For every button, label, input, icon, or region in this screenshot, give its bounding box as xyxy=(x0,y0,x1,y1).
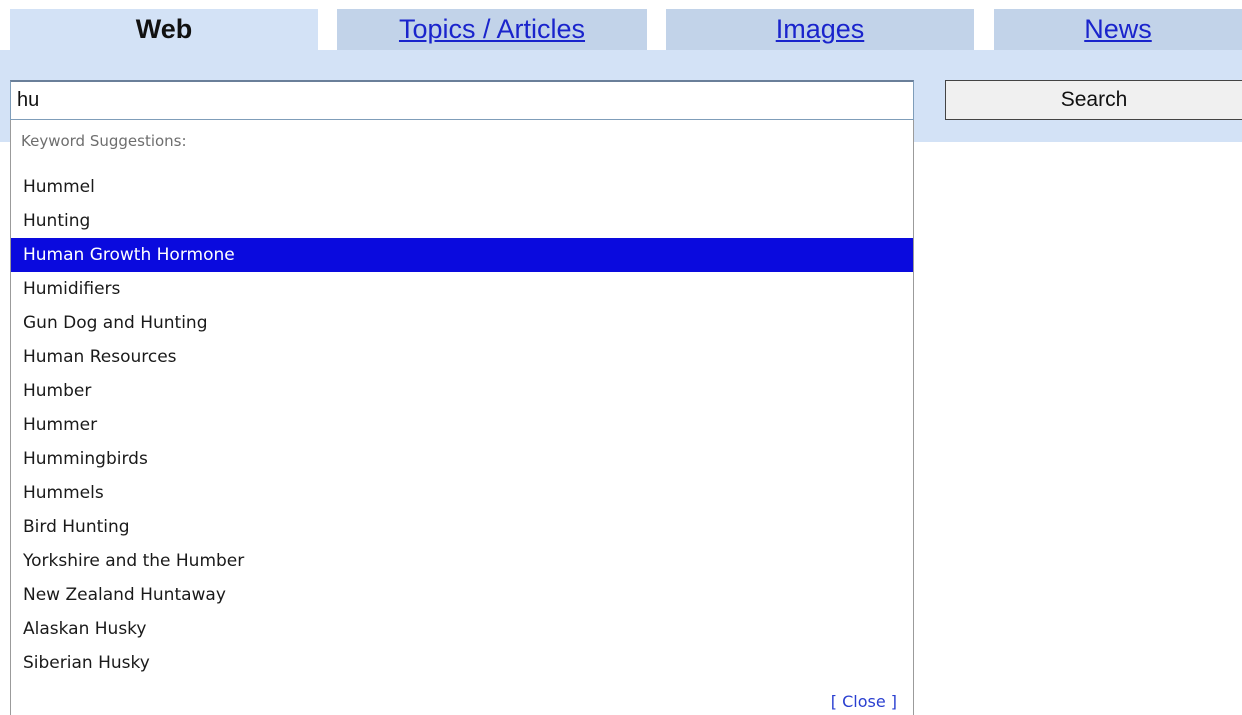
tab-news-link[interactable]: News xyxy=(1084,14,1152,45)
suggestion-item[interactable]: Human Resources xyxy=(11,340,913,374)
suggestions-header: Keyword Suggestions: xyxy=(21,132,187,150)
keyword-suggestions-dropdown: Keyword Suggestions: Hummel Hunting Human … xyxy=(10,120,914,715)
tab-topics-articles[interactable]: Topics / Articles xyxy=(337,8,647,50)
close-suggestions-button[interactable]: [ Close ] xyxy=(831,692,897,711)
tab-web-label: Web xyxy=(135,14,193,44)
suggestion-item[interactable]: Human Growth Hormone xyxy=(11,238,913,272)
suggestion-item[interactable]: Humidifiers xyxy=(11,272,913,306)
suggestion-item[interactable]: Hummels xyxy=(11,476,913,510)
tab-images[interactable]: Images xyxy=(666,8,974,50)
suggestion-item[interactable]: Gun Dog and Hunting xyxy=(11,306,913,340)
suggestion-item[interactable]: Hummingbirds xyxy=(11,442,913,476)
suggestion-item[interactable]: Hunting xyxy=(11,204,913,238)
suggestion-item[interactable]: New Zealand Huntaway xyxy=(11,578,913,612)
tab-topics-articles-link[interactable]: Topics / Articles xyxy=(399,14,585,45)
search-tabs: Web Topics / Articles Images News xyxy=(0,0,1242,58)
suggestion-item[interactable]: Alaskan Husky xyxy=(11,612,913,646)
search-button-label: Search xyxy=(1060,88,1128,111)
suggestions-list: Hummel Hunting Human Growth Hormone Humidif… xyxy=(11,170,913,680)
suggestion-item[interactable]: Yorkshire and the Humber xyxy=(11,544,913,578)
suggestion-item[interactable]: Hummel xyxy=(11,170,913,204)
search-input[interactable] xyxy=(10,80,914,120)
tab-news[interactable]: News xyxy=(994,8,1242,50)
suggestion-item[interactable]: Humber xyxy=(11,374,913,408)
suggestion-item[interactable]: Bird Hunting xyxy=(11,510,913,544)
suggestion-item[interactable]: Hummer xyxy=(11,408,913,442)
search-page: Web Topics / Articles Images News Search… xyxy=(0,0,1242,715)
suggestion-item[interactable]: Siberian Husky xyxy=(11,646,913,680)
tab-images-link[interactable]: Images xyxy=(776,14,865,45)
search-button[interactable]: Search xyxy=(945,80,1242,120)
